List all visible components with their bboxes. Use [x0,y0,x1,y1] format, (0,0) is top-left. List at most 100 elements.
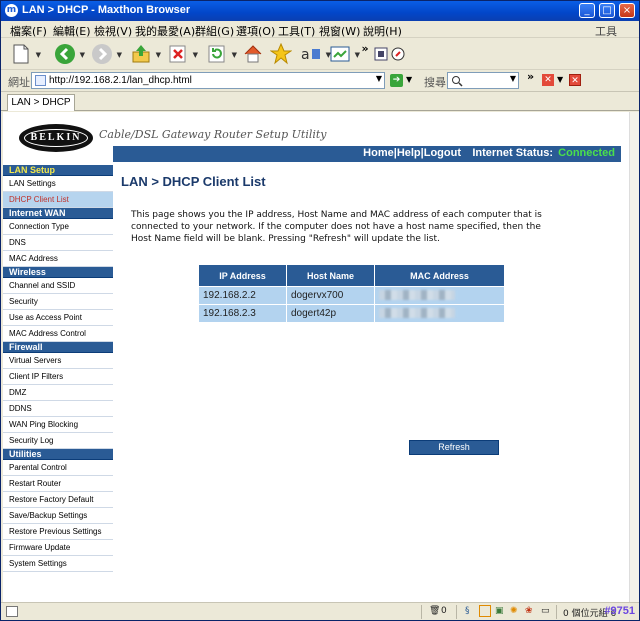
sidebar-item-security-log[interactable]: Security Log [3,433,113,449]
close-dropdown-icon[interactable]: ▼ [557,75,563,84]
cell-ip: 192.168.2.2 [198,286,287,305]
title-bar: m LAN > DHCP - Maxthon Browser _ □ × [1,1,639,21]
sidebar-item-lan-settings[interactable]: LAN Settings [3,176,113,192]
sidebar-item-parental-control[interactable]: Parental Control [3,460,113,476]
sidebar-item-save-backup-settings[interactable]: Save/Backup Settings [3,508,113,524]
sidebar-item-security[interactable]: Security [3,294,113,310]
cell-host: dogervx700 [286,286,375,305]
sidebar-item-restart-router[interactable]: Restart Router [3,476,113,492]
cell-ip: 192.168.2.3 [198,304,287,323]
back-icon[interactable]: ▼ [53,42,85,66]
sidebar-item-dmz[interactable]: DMZ [3,385,113,401]
chevron-down-icon[interactable]: ▼ [376,74,382,83]
refresh-icon[interactable]: ▼ [205,42,237,66]
watermark: #9751 [604,605,635,617]
sidebar-section-lan-setup: LAN Setup [3,165,113,176]
sidebar-item-virtual-servers[interactable]: Virtual Servers [3,353,113,369]
screenshot-icon[interactable]: ▼ [328,42,360,66]
status-count: 0 [441,606,447,616]
close-button[interactable]: × [619,3,635,18]
tab-lan-dhcp[interactable]: LAN > DHCP [7,94,75,111]
col-ip-address: IP Address [198,264,287,287]
new-page-icon[interactable]: ▼ [9,42,41,66]
menu-group[interactable]: 群組(G) [195,23,234,39]
col-host-name: Host Name [286,264,375,287]
close-all-icon[interactable]: ✕ [569,74,581,86]
sidebar-item-ddns[interactable]: DDNS [3,401,113,417]
close-tab-icon[interactable]: ✕ [542,74,554,86]
address-label: 網址 [8,76,30,89]
menu-tools[interactable]: 工具(T) [278,23,315,39]
sidebar-item-use-as-access-point[interactable]: Use as Access Point [3,310,113,326]
sidebar-item-mac-address-control[interactable]: MAC Address Control [3,326,113,342]
sidebar-section-firewall: Firewall [3,342,113,353]
sidebar-item-firmware-update[interactable]: Firmware Update [3,540,113,556]
sidebar-item-client-ip-filters[interactable]: Client IP Filters [3,369,113,385]
monitor-icon[interactable]: ▭ [541,606,550,616]
tools-label: 工具 [595,25,617,38]
sidebar-item-connection-type[interactable]: Connection Type [3,219,113,235]
up-folder-icon[interactable]: ▼ [129,42,161,66]
go-icon[interactable]: ➔ [390,74,403,87]
dhcp-client-table: IP Address Host Name MAC Address 192.168… [198,264,505,323]
help-link[interactable]: Help [397,147,421,159]
status-divider [421,605,422,619]
table-row: 192.168.2.2 dogervx700 [198,286,505,305]
sun-icon[interactable]: ✺ [510,606,518,616]
url-input[interactable]: http://192.168.2.1/lan_dhcp.html ▼ [31,72,385,89]
table-header-row: IP Address Host Name MAC Address [198,264,505,287]
menu-edit[interactable]: 編輯(E) [53,23,91,39]
sidebar-item-wan-ping-blocking[interactable]: WAN Ping Blocking [3,417,113,433]
internet-status-label: Internet Status: [472,147,553,159]
sidebar-item-restore-factory-default[interactable]: Restore Factory Default [3,492,113,508]
sidebar-item-mac-address[interactable]: MAC Address [3,251,113,267]
home-icon[interactable] [241,42,265,66]
logout-link[interactable]: Logout [424,147,461,159]
popup-block-icon[interactable] [479,605,491,617]
sidebar-item-channel-and-ssid[interactable]: Channel and SSID [3,278,113,294]
page-icon [35,75,46,86]
cell-host: dogert42p [286,304,375,323]
compass-icon[interactable] [386,42,410,66]
skin-icon[interactable]: ❀ [525,606,533,616]
maxthon-icon: m [5,4,18,17]
search-input[interactable]: ▼ [447,72,519,89]
menu-view[interactable]: 檢視(V) [94,23,132,39]
menu-bar: 檔案(F) 編輯(E) 檢視(V) 我的最愛(A) 群組(G) 選項(O) 工具… [1,21,639,38]
vertical-scrollbar[interactable] [629,112,639,602]
tab-bar: LAN > DHCP [1,92,639,111]
status-divider [556,605,557,619]
svg-text:a: a [301,47,310,63]
menu-file[interactable]: 檔案(F) [10,23,47,39]
sidebar-item-restore-previous-settings[interactable]: Restore Previous Settings [3,524,113,540]
home-link[interactable]: Home [363,147,394,159]
sidebar-item-dhcp-client-list[interactable]: DHCP Client List [3,192,113,208]
sidebar-section-internet-wan: Internet WAN [3,208,113,219]
minimize-button[interactable]: _ [579,3,595,18]
favorites-star-icon[interactable] [269,42,293,66]
window-title: LAN > DHCP - Maxthon Browser [22,4,191,16]
sidebar-item-system-settings[interactable]: System Settings [3,556,113,572]
cell-mac-redacted [374,286,505,305]
search-label: 搜尋 [424,76,446,89]
status-bar: 🗑 0 § ▣ ✺ ❀ ▭ 0 個位元組 6 #9751 [1,602,639,620]
refresh-button[interactable]: Refresh [409,440,499,455]
forward-icon[interactable]: ▼ [90,42,122,66]
main-panel: LAN > DHCP Client List This page shows y… [114,165,629,602]
cell-mac-redacted [374,304,505,323]
menu-options[interactable]: 選項(O) [236,23,275,39]
sidebar-section-utilities: Utilities [3,449,113,460]
url-text: http://192.168.2.1/lan_dhcp.html [49,75,192,86]
link-icon[interactable]: § [465,606,470,616]
menu-favorites[interactable]: 我的最愛(A) [135,23,195,39]
image-icon[interactable]: ▣ [495,606,504,616]
go-dropdown-icon[interactable]: ▼ [406,75,412,84]
sidebar-item-dns[interactable]: DNS [3,235,113,251]
addressbar-overflow-icon[interactable]: » [527,70,534,83]
maximize-button[interactable]: □ [599,3,615,18]
trash-icon[interactable]: 🗑 [429,606,440,616]
sidebar: LAN Setup LAN Settings DHCP Client List Int… [3,165,113,572]
translate-icon[interactable]: a ▼ [299,42,331,66]
search-dropdown-icon[interactable]: ▼ [510,74,516,83]
stop-icon[interactable]: ▼ [166,42,198,66]
